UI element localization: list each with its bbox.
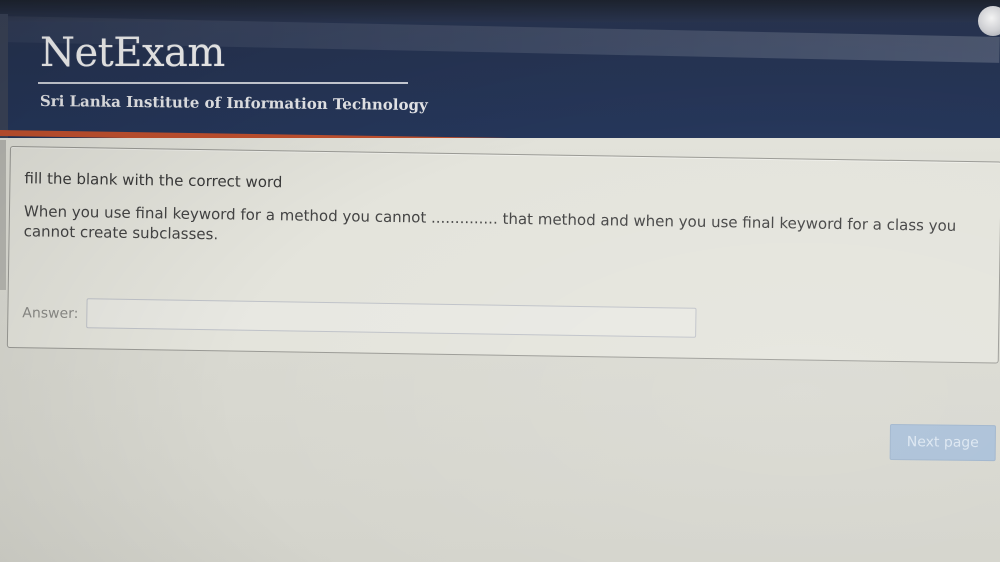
answer-label: Answer:: [22, 305, 79, 323]
next-page-button[interactable]: Next page: [889, 424, 996, 462]
institute-name: Sri Lanka Institute of Information Techn…: [39, 92, 428, 115]
site-header: NetExam Sri Lanka Institute of Informati…: [0, 0, 1000, 138]
left-side-strip: [0, 140, 6, 290]
header-left-edge: [0, 14, 8, 138]
logo-underline: [38, 82, 408, 84]
answer-input[interactable]: [86, 298, 697, 338]
header-accent-border: [0, 130, 1000, 138]
question-card: fill the blank with the correct word Whe…: [6, 146, 1000, 364]
netexam-logo[interactable]: NetExam: [40, 30, 225, 76]
user-avatar-icon[interactable]: [978, 6, 1000, 36]
question-text: When you use final keyword for a method …: [23, 202, 957, 244]
question-instruction: fill the blank with the correct word: [24, 169, 283, 192]
